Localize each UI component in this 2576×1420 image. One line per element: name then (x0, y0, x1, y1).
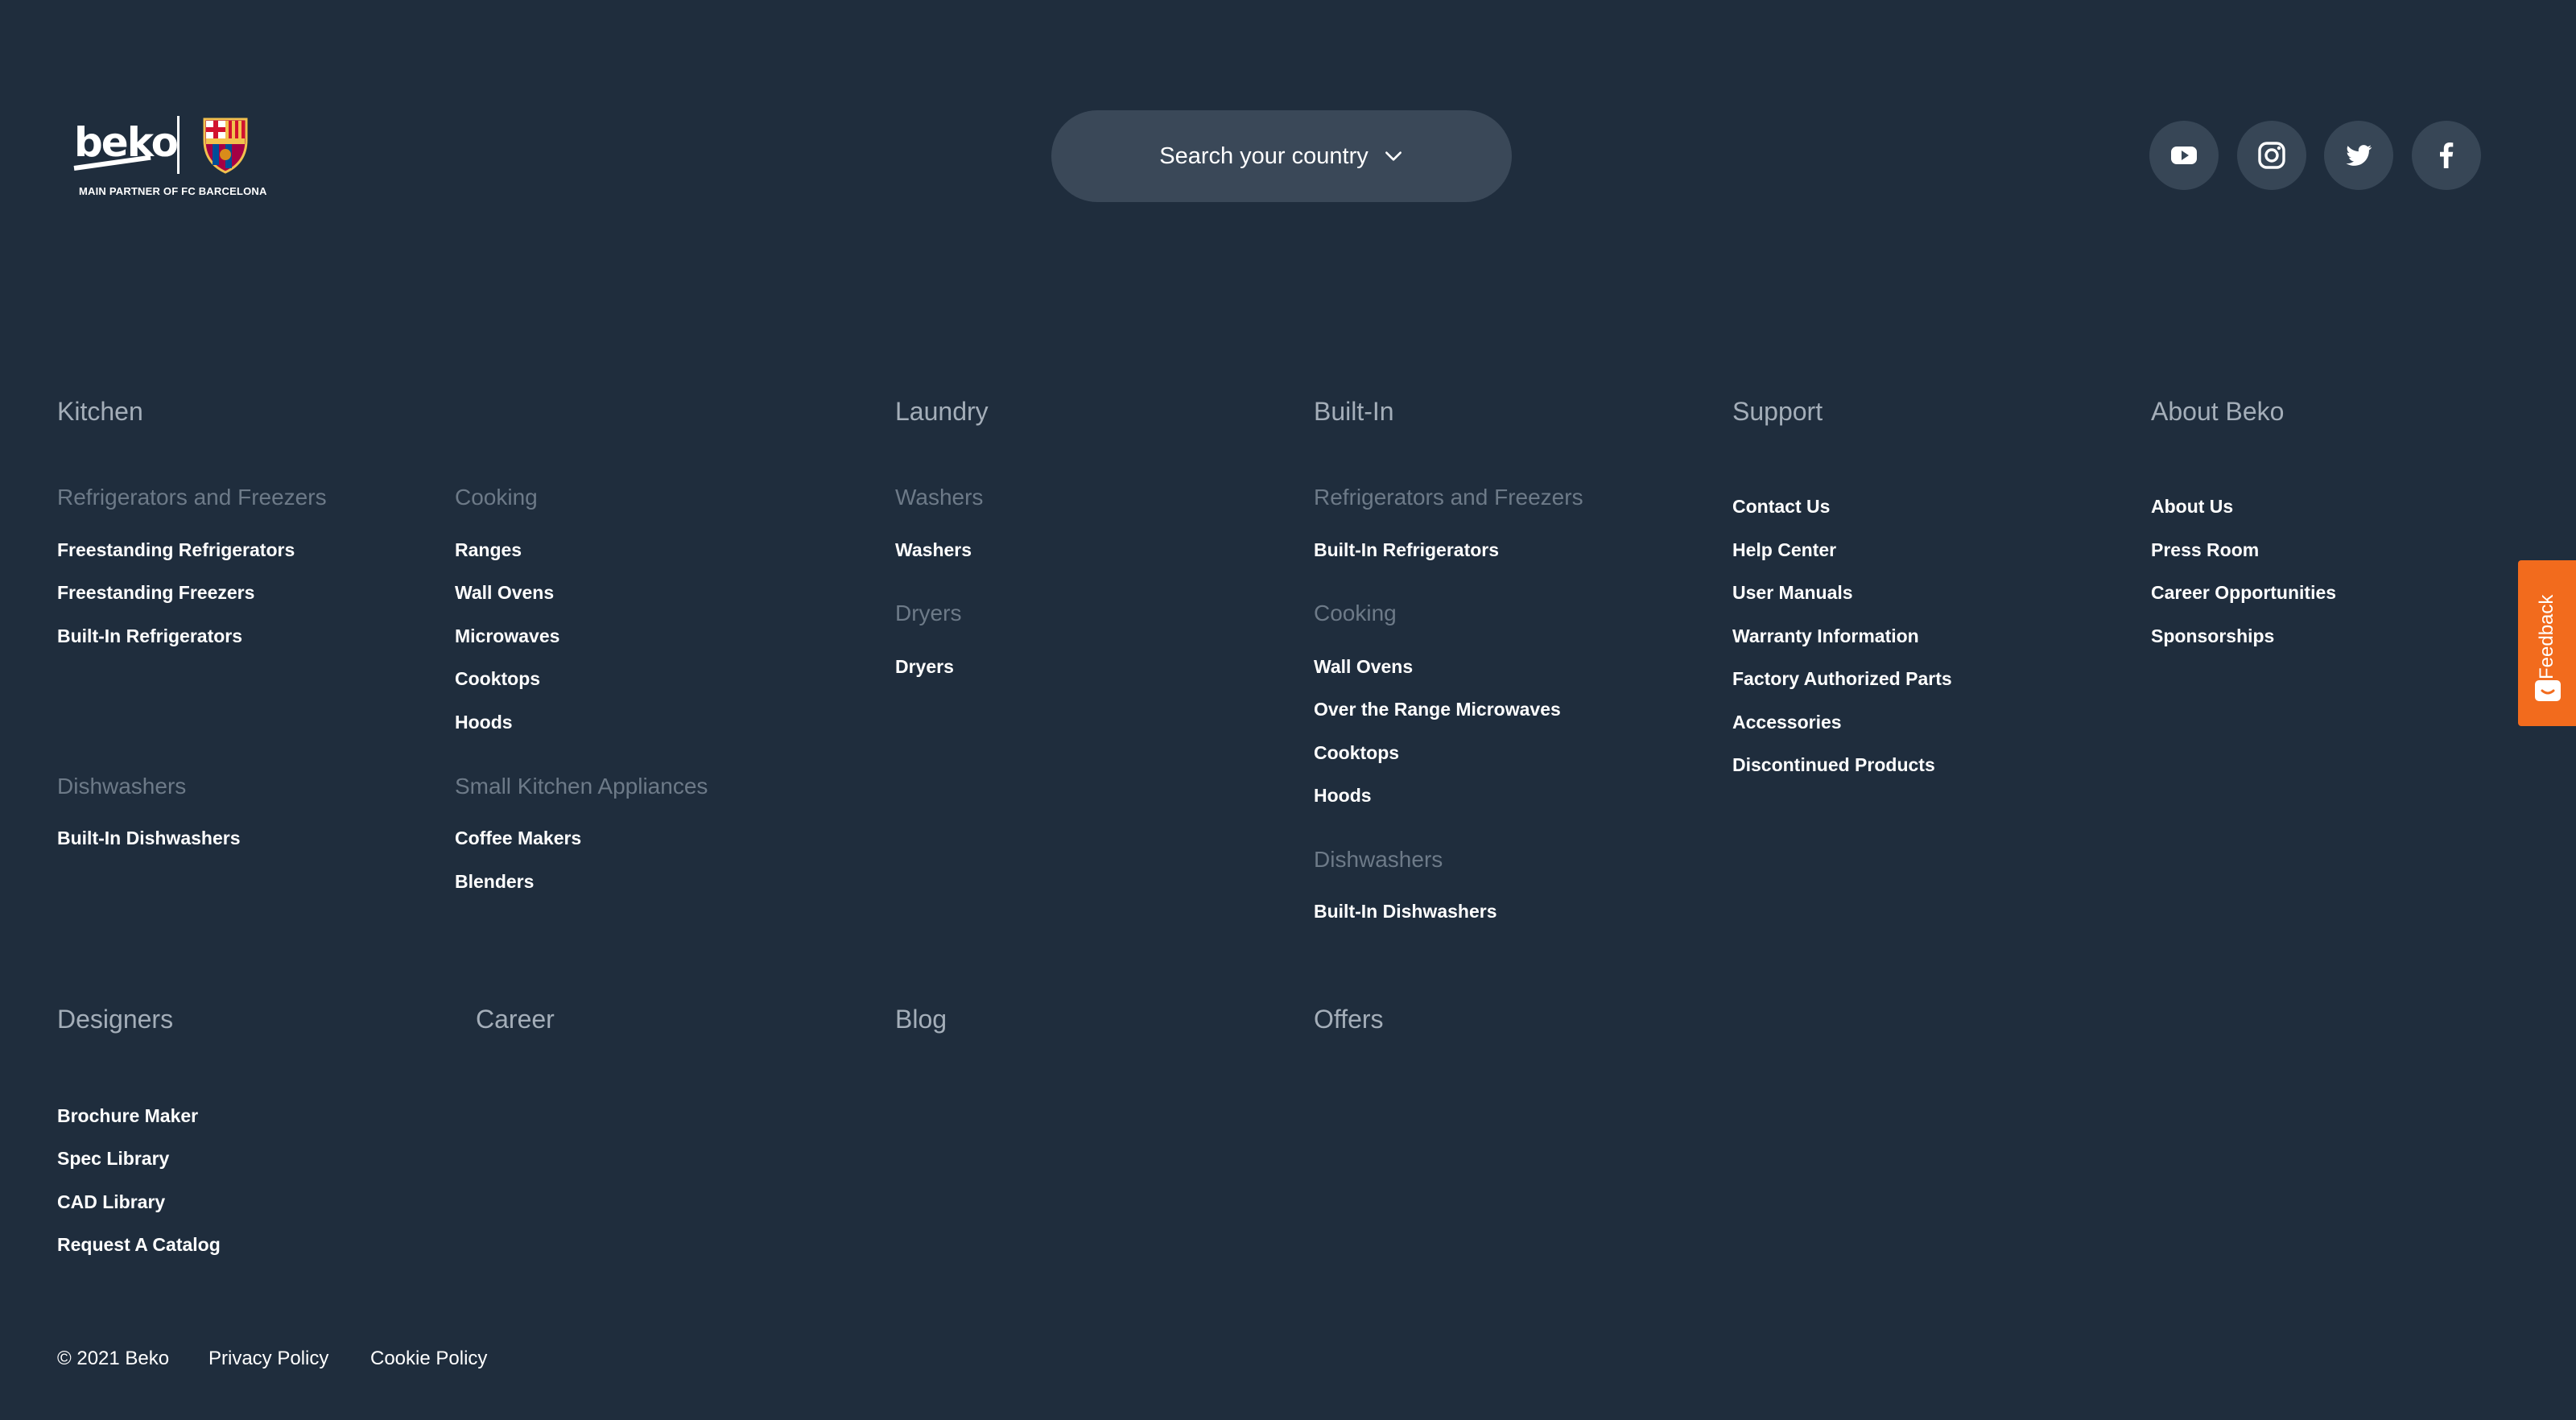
country-selector[interactable]: Search your country (1051, 110, 1512, 202)
facebook-link[interactable] (2412, 121, 2481, 190)
link-wall-ovens[interactable]: Wall Ovens (455, 582, 554, 604)
link-builtin-refrigerators[interactable]: Built-In Refrigerators (57, 625, 242, 647)
chevron-down-icon (1385, 151, 1402, 161)
link-builtin-wall-ovens[interactable]: Wall Ovens (1314, 656, 1413, 678)
partner-tagline: MAIN PARTNER OF FC BARCELONA (79, 185, 267, 197)
kitchen-refrigerators-heading[interactable]: Refrigerators and Freezers (57, 485, 327, 510)
twitter-link[interactable] (2324, 121, 2393, 190)
cookie-policy-link[interactable]: Cookie Policy (370, 1348, 487, 1370)
youtube-link[interactable] (2149, 121, 2219, 190)
link-builtin-refrigerators-2[interactable]: Built-In Refrigerators (1314, 539, 1499, 561)
link-spec-library[interactable]: Spec Library (57, 1148, 169, 1170)
link-sponsorships[interactable]: Sponsorships (2151, 625, 2274, 647)
feedback-tab[interactable]: Feedback (2518, 560, 2576, 726)
twitter-icon (2346, 145, 2372, 166)
link-factory-authorized-parts[interactable]: Factory Authorized Parts (1732, 668, 1952, 690)
link-dryers[interactable]: Dryers (895, 656, 954, 678)
country-selector-label: Search your country (1159, 142, 1368, 169)
kitchen-small-appliances-heading[interactable]: Small Kitchen Appliances (455, 774, 708, 799)
link-over-the-range-microwaves[interactable]: Over the Range Microwaves (1314, 699, 1561, 720)
builtin-refrigerators-heading[interactable]: Refrigerators and Freezers (1314, 485, 1583, 510)
logo-divider (177, 116, 180, 174)
link-user-manuals[interactable]: User Manuals (1732, 582, 1853, 604)
link-builtin-dishwashers-2[interactable]: Built-In Dishwashers (1314, 901, 1496, 923)
laundry-heading[interactable]: Laundry (895, 397, 989, 427)
instagram-link[interactable] (2237, 121, 2306, 190)
link-cad-library[interactable]: CAD Library (57, 1191, 165, 1213)
link-help-center[interactable]: Help Center (1732, 539, 1836, 561)
feedback-chat-icon (2535, 680, 2561, 701)
link-press-room[interactable]: Press Room (2151, 539, 2259, 561)
instagram-icon (2258, 142, 2285, 169)
link-washers[interactable]: Washers (895, 539, 972, 561)
link-career-opportunities[interactable]: Career Opportunities (2151, 582, 2336, 604)
kitchen-dishwashers-heading[interactable]: Dishwashers (57, 774, 186, 799)
link-coffee-makers[interactable]: Coffee Makers (455, 828, 581, 849)
career-heading[interactable]: Career (476, 1005, 555, 1034)
feedback-label: Feedback (2536, 594, 2557, 679)
builtin-dishwashers-heading[interactable]: Dishwashers (1314, 847, 1443, 873)
link-accessories[interactable]: Accessories (1732, 712, 1842, 733)
privacy-policy-link[interactable]: Privacy Policy (208, 1348, 328, 1370)
offers-heading[interactable]: Offers (1314, 1005, 1384, 1034)
link-blenders[interactable]: Blenders (455, 871, 534, 893)
fc-barcelona-crest-icon (203, 118, 248, 174)
kitchen-cooking-heading[interactable]: Cooking (455, 485, 538, 510)
builtin-cooking-heading[interactable]: Cooking (1314, 601, 1397, 626)
about-heading[interactable]: About Beko (2151, 397, 2284, 427)
facebook-icon (2440, 142, 2454, 168)
laundry-washers-heading[interactable]: Washers (895, 485, 983, 510)
link-warranty-information[interactable]: Warranty Information (1732, 625, 1919, 647)
link-contact-us[interactable]: Contact Us (1732, 496, 1830, 518)
builtin-heading[interactable]: Built-In (1314, 397, 1394, 427)
link-discontinued-products[interactable]: Discontinued Products (1732, 754, 1935, 776)
link-ranges[interactable]: Ranges (455, 539, 522, 561)
blog-heading[interactable]: Blog (895, 1005, 947, 1034)
link-builtin-cooktops[interactable]: Cooktops (1314, 742, 1399, 764)
link-microwaves[interactable]: Microwaves (455, 625, 559, 647)
link-request-a-catalog[interactable]: Request A Catalog (57, 1234, 221, 1256)
link-builtin-dishwashers[interactable]: Built-In Dishwashers (57, 828, 240, 849)
copyright: © 2021 Beko (57, 1348, 170, 1369)
beko-fc-barcelona-logo[interactable]: beko MAIN PARTNER OF FC BARCELONA (71, 113, 267, 201)
youtube-icon (2171, 147, 2197, 164)
link-freestanding-refrigerators[interactable]: Freestanding Refrigerators (57, 539, 295, 561)
designers-heading[interactable]: Designers (57, 1005, 173, 1034)
link-cooktops[interactable]: Cooktops (455, 668, 540, 690)
kitchen-heading[interactable]: Kitchen (57, 397, 143, 427)
link-builtin-hoods[interactable]: Hoods (1314, 785, 1372, 807)
link-freestanding-freezers[interactable]: Freestanding Freezers (57, 582, 254, 604)
link-hoods[interactable]: Hoods (455, 712, 513, 733)
support-heading[interactable]: Support (1732, 397, 1823, 427)
link-about-us[interactable]: About Us (2151, 496, 2233, 518)
laundry-dryers-heading[interactable]: Dryers (895, 601, 961, 626)
link-brochure-maker[interactable]: Brochure Maker (57, 1105, 198, 1127)
